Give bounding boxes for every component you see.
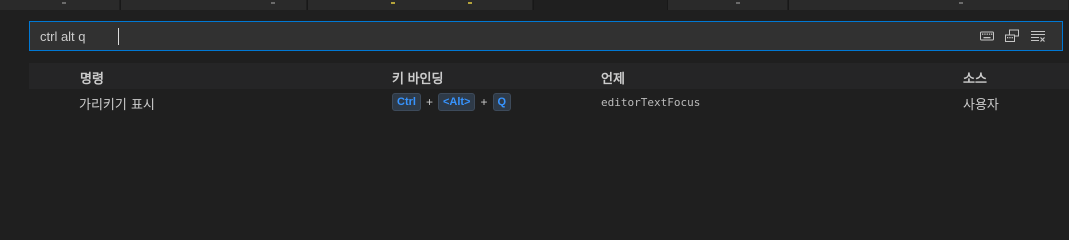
key-separator: +	[425, 95, 433, 109]
editor-tab[interactable]	[308, 0, 533, 10]
keybindings-search-box[interactable]	[29, 21, 1063, 51]
keybindings-table: 명령 키 바인딩 언제 소스 가리키기 표시 Ctrl + <Alt> + Q …	[29, 63, 1069, 115]
key-label: Ctrl	[392, 93, 421, 111]
tab-text-fragment	[271, 2, 275, 4]
column-header-source[interactable]: 소스	[963, 68, 987, 87]
column-header-keybinding[interactable]: 키 바인딩	[392, 68, 443, 87]
table-header: 명령 키 바인딩 언제 소스	[29, 63, 1069, 89]
tab-text-fragment	[391, 2, 395, 4]
editor-tab-active[interactable]	[534, 0, 667, 10]
when-cell: editorTextFocus	[601, 96, 701, 109]
editor-tab[interactable]	[0, 0, 120, 10]
source-cell: 사용자	[963, 98, 999, 113]
key-label: <Alt>	[437, 93, 476, 111]
sort-precedence-icon[interactable]	[1003, 27, 1021, 45]
editor-tab-bar	[0, 0, 1069, 10]
tab-text-fragment	[736, 2, 740, 4]
column-header-command[interactable]: 명령	[80, 68, 104, 87]
clear-filter-icon[interactable]	[1029, 27, 1047, 45]
tab-text-fragment	[959, 2, 963, 4]
editor-tab[interactable]	[121, 0, 307, 10]
keybindings-search-input[interactable]	[40, 27, 940, 45]
keyboard-icon[interactable]	[978, 27, 996, 45]
command-cell: 가리키기 표시	[79, 98, 155, 113]
key-separator: +	[480, 95, 488, 109]
editor-tab[interactable]	[668, 0, 788, 10]
tab-text-fragment	[62, 2, 66, 4]
tab-text-fragment	[468, 2, 472, 4]
editor-tab[interactable]	[789, 0, 1069, 10]
key-label: Q	[492, 93, 512, 111]
text-caret	[118, 28, 119, 45]
keybinding-cell[interactable]: Ctrl + <Alt> + Q	[392, 93, 512, 111]
column-header-when[interactable]: 언제	[601, 68, 625, 87]
table-row[interactable]: 가리키기 표시 Ctrl + <Alt> + Q editorTextFocus…	[29, 89, 1069, 115]
